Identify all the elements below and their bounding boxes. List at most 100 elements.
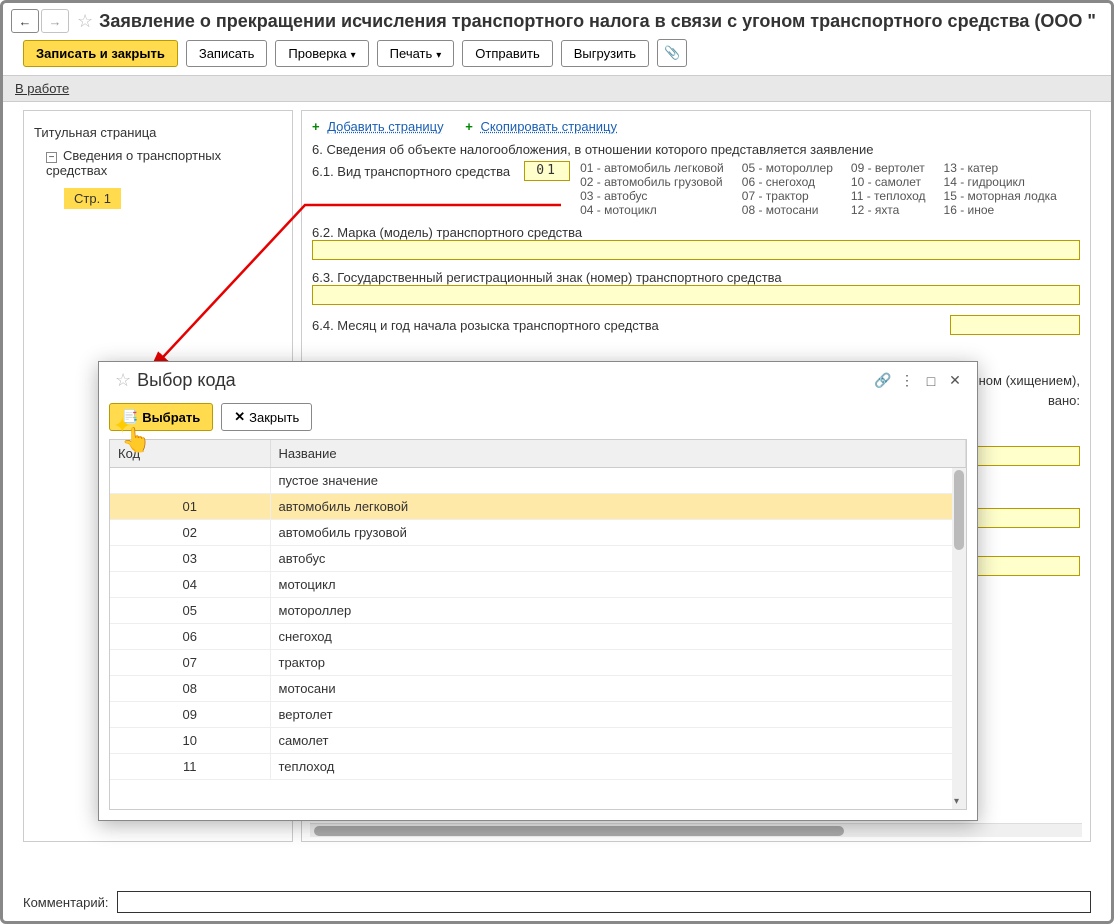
sidebar-item-title-page[interactable]: Титульная страница bbox=[34, 121, 282, 144]
chevron-down-icon bbox=[351, 46, 356, 61]
sidebar-item-vehicles[interactable]: −Сведения о транспортных средствах bbox=[34, 144, 282, 182]
check-button[interactable]: Проверка bbox=[275, 40, 368, 67]
table-row[interactable]: 02автомобиль грузовой bbox=[110, 520, 966, 546]
name-cell: снегоход bbox=[270, 624, 966, 650]
comment-label: Комментарий: bbox=[23, 895, 109, 910]
table-row[interactable]: 05мотороллер bbox=[110, 598, 966, 624]
partial-text-2: вано: bbox=[967, 391, 1080, 411]
name-cell: мотороллер bbox=[270, 598, 966, 624]
partial-text-1: гоном (хищением), bbox=[967, 371, 1080, 391]
vehicle-type-legend-item: 02 - автомобиль грузовой bbox=[580, 175, 724, 189]
attach-button[interactable]: 📎 bbox=[657, 39, 687, 67]
paperclip-icon: 📎 bbox=[664, 45, 680, 61]
table-row[interactable]: 03автобус bbox=[110, 546, 966, 572]
code-cell: 10 bbox=[110, 728, 270, 754]
search-start-date-input[interactable] bbox=[950, 315, 1080, 335]
select-icon: 📑 bbox=[122, 409, 138, 425]
section-62-label: 6.2. Марка (модель) транспортного средст… bbox=[312, 225, 1080, 240]
scroll-down-icon: ▾ bbox=[954, 796, 959, 807]
sidebar-page-1[interactable]: Стр. 1 bbox=[64, 188, 121, 209]
copy-page-link[interactable]: Скопировать страницу bbox=[480, 119, 617, 134]
code-cell: 06 bbox=[110, 624, 270, 650]
vehicle-type-legend-item: 06 - снегоход bbox=[742, 175, 833, 189]
code-cell: 07 bbox=[110, 650, 270, 676]
section-61-label: 6.1. Вид транспортного средства bbox=[312, 164, 510, 179]
dialog-title: Выбор кода bbox=[137, 370, 871, 391]
vehicle-type-legend-item: 01 - автомобиль легковой bbox=[580, 161, 724, 175]
upload-button[interactable]: Выгрузить bbox=[561, 40, 649, 67]
vehicle-type-legend-item: 04 - мотоцикл bbox=[580, 203, 724, 217]
collapse-icon[interactable]: − bbox=[46, 152, 57, 163]
table-row[interactable]: 07трактор bbox=[110, 650, 966, 676]
save-close-button[interactable]: Записать и закрыть bbox=[23, 40, 178, 67]
name-cell: трактор bbox=[270, 650, 966, 676]
vehicle-type-legend-item: 12 - яхта bbox=[851, 203, 926, 217]
table-row[interactable]: 09вертолет bbox=[110, 702, 966, 728]
arrow-left-icon: ← bbox=[19, 14, 32, 29]
maximize-icon[interactable]: □ bbox=[919, 373, 943, 389]
name-cell: пустое значение bbox=[270, 468, 966, 494]
arrow-right-icon: → bbox=[49, 14, 62, 29]
more-icon[interactable]: ⋮ bbox=[895, 372, 919, 389]
table-row[interactable]: 01автомобиль легковой bbox=[110, 494, 966, 520]
add-page-link[interactable]: Добавить страницу bbox=[327, 119, 443, 134]
section-64-label: 6.4. Месяц и год начала розыска транспор… bbox=[312, 318, 659, 333]
comment-input[interactable] bbox=[117, 891, 1092, 913]
table-row[interactable]: 06снегоход bbox=[110, 624, 966, 650]
name-cell: мотоцикл bbox=[270, 572, 966, 598]
link-icon[interactable]: 🔗 bbox=[871, 372, 895, 389]
code-cell: 03 bbox=[110, 546, 270, 572]
code-cell: 01 bbox=[110, 494, 270, 520]
chevron-down-icon bbox=[436, 46, 441, 61]
name-cell: автомобиль легковой bbox=[270, 494, 966, 520]
vehicle-type-legend-item: 09 - вертолет bbox=[851, 161, 926, 175]
status-link[interactable]: В работе bbox=[15, 81, 69, 96]
vehicle-type-legend-item: 13 - катер bbox=[944, 161, 1057, 175]
name-cell: вертолет bbox=[270, 702, 966, 728]
code-table: Код Название пустое значение01автомобиль… bbox=[110, 440, 966, 780]
dialog-select-button[interactable]: 📑 Выбрать bbox=[109, 403, 213, 431]
table-row[interactable]: пустое значение bbox=[110, 468, 966, 494]
vehicle-type-legend-item: 05 - мотороллер bbox=[742, 161, 833, 175]
col-code-header[interactable]: Код bbox=[110, 440, 270, 468]
table-row[interactable]: 08мотосани bbox=[110, 676, 966, 702]
nav-forward-button[interactable]: → bbox=[41, 9, 69, 33]
dialog-close-button[interactable]: ✕ Закрыть bbox=[221, 403, 312, 431]
vehicle-type-code-input[interactable]: 01 bbox=[524, 161, 570, 181]
close-x-icon: ✕ bbox=[234, 409, 245, 425]
vehicle-model-input[interactable] bbox=[312, 240, 1080, 260]
name-cell: мотосани bbox=[270, 676, 966, 702]
vehicle-type-legend-item: 15 - моторная лодка bbox=[944, 189, 1057, 203]
plus-icon: + bbox=[465, 119, 473, 134]
name-cell: автомобиль грузовой bbox=[270, 520, 966, 546]
code-cell: 09 bbox=[110, 702, 270, 728]
main-hscroll[interactable] bbox=[310, 823, 1082, 837]
print-button[interactable]: Печать bbox=[377, 40, 455, 67]
code-cell: 08 bbox=[110, 676, 270, 702]
save-button[interactable]: Записать bbox=[186, 40, 268, 67]
code-cell: 02 bbox=[110, 520, 270, 546]
vehicle-type-legend-item: 14 - гидроцикл bbox=[944, 175, 1057, 189]
vehicle-type-legend-item: 03 - автобус bbox=[580, 189, 724, 203]
code-cell: 04 bbox=[110, 572, 270, 598]
dialog-vscroll[interactable]: ▾ bbox=[952, 468, 966, 809]
close-icon[interactable]: ✕ bbox=[943, 372, 967, 389]
name-cell: автобус bbox=[270, 546, 966, 572]
name-cell: самолет bbox=[270, 728, 966, 754]
table-row[interactable]: 04мотоцикл bbox=[110, 572, 966, 598]
nav-back-button[interactable]: ← bbox=[11, 9, 39, 33]
page-title: Заявление о прекращении исчисления транс… bbox=[99, 11, 1096, 32]
code-select-dialog: ☆ Выбор кода 🔗 ⋮ □ ✕ 📑 Выбрать ✕ Закрыть… bbox=[98, 361, 978, 821]
col-name-header[interactable]: Название bbox=[270, 440, 966, 468]
code-cell: 05 bbox=[110, 598, 270, 624]
table-row[interactable]: 11теплоход bbox=[110, 754, 966, 780]
favorite-star-icon[interactable]: ☆ bbox=[77, 11, 93, 32]
favorite-star-icon[interactable]: ☆ bbox=[115, 370, 131, 391]
name-cell: теплоход bbox=[270, 754, 966, 780]
table-row[interactable]: 10самолет bbox=[110, 728, 966, 754]
send-button[interactable]: Отправить bbox=[462, 40, 552, 67]
plus-icon: + bbox=[312, 119, 320, 134]
vehicle-type-legend-item: 10 - самолет bbox=[851, 175, 926, 189]
vehicle-regplate-input[interactable] bbox=[312, 285, 1080, 305]
vehicle-type-legend-item: 11 - теплоход bbox=[851, 189, 926, 203]
